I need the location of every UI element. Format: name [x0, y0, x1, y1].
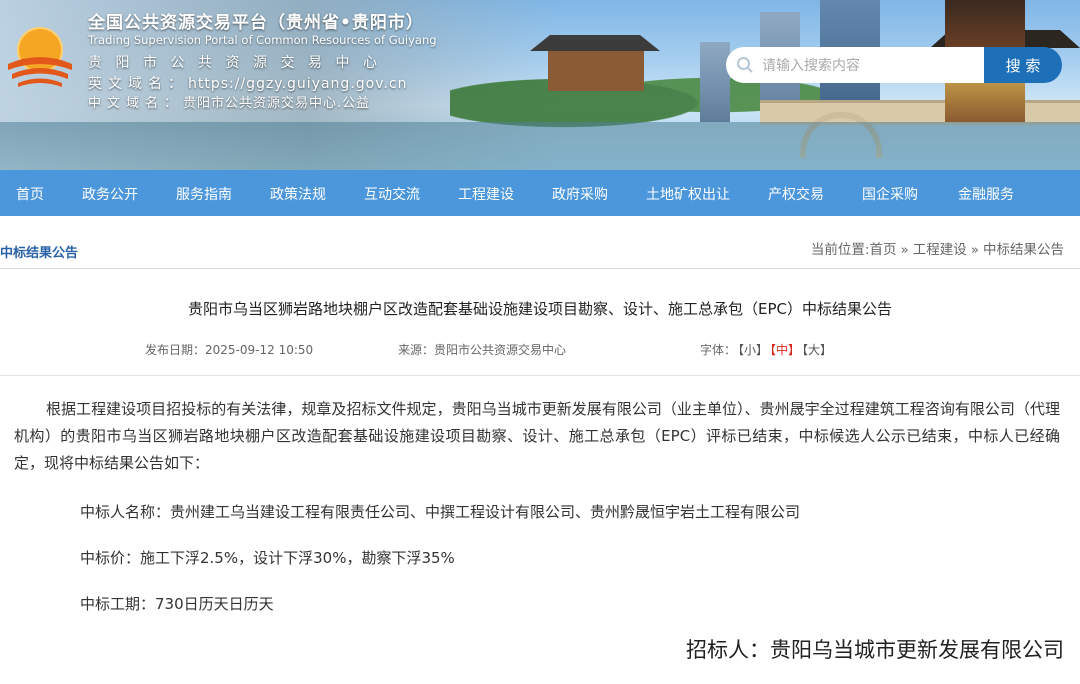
- publish-date: 发布日期：2025-09-12 10:50: [145, 341, 313, 358]
- site-header: 全国公共资源交易平台（贵州省•贵阳市） Trading Supervision …: [0, 0, 1080, 170]
- nav-item-land-mining[interactable]: 土地矿权出让: [646, 184, 730, 204]
- winner-names: 中标人名称：贵州建工乌当建设工程有限责任公司、中撰工程设计有限公司、贵州黔晟恒宇…: [80, 503, 801, 521]
- section-title: 中标结果公告: [0, 246, 79, 261]
- nav-item-government-affairs[interactable]: 政务公开: [82, 184, 138, 204]
- nav-item-construction[interactable]: 工程建设: [458, 184, 514, 204]
- article-body-paragraph: 根据工程建设项目招投标的有关法律，规章及招标文件规定，贵阳乌当城市更新发展有限公…: [14, 400, 1060, 472]
- breadcrumb-separator: »: [900, 242, 909, 258]
- header-water-decoration: [0, 122, 1080, 170]
- breadcrumb: 当前位置:首页» 工程建设» 中标结果公告: [811, 238, 1064, 258]
- contract-duration: 中标工期：730日历天日历天: [80, 595, 274, 613]
- breadcrumb-item-construction[interactable]: 工程建设: [913, 242, 967, 258]
- nav-item-financial-services[interactable]: 金融服务: [958, 184, 1014, 204]
- breadcrumb-item-home[interactable]: 首页: [869, 242, 896, 258]
- breadcrumb-separator: »: [970, 242, 979, 258]
- site-title: 全国公共资源交易平台（贵州省•贵阳市）: [88, 13, 424, 33]
- publish-date-label: 发布日期：: [145, 343, 206, 357]
- article-divider: [0, 375, 1080, 376]
- nav-item-property-rights[interactable]: 产权交易: [768, 184, 824, 204]
- font-size-medium-button[interactable]: 【中】: [770, 343, 800, 357]
- search-input[interactable]: [760, 53, 979, 79]
- header-pagoda-roof-decoration: [530, 35, 660, 51]
- nav-item-home[interactable]: 首页: [16, 184, 44, 204]
- nav-item-service-guide[interactable]: 服务指南: [176, 184, 232, 204]
- search-icon: [737, 57, 753, 73]
- font-size-label: 字体：: [700, 343, 737, 357]
- publish-date-value: 2025-09-12 10:50: [205, 343, 314, 357]
- nav-item-soe-procurement[interactable]: 国企采购: [862, 184, 918, 204]
- font-size-large-button[interactable]: 【大】: [802, 343, 832, 357]
- source-label: 来源：: [398, 343, 435, 357]
- site-logo[interactable]: [4, 20, 76, 92]
- search-button[interactable]: 搜 索: [984, 47, 1062, 83]
- article-source: 来源：贵阳市公共资源交易中心: [398, 341, 566, 358]
- tenderer-signature: 招标人：贵阳乌当城市更新发展有限公司: [686, 638, 1064, 662]
- winning-price: 中标价：施工下浮2.5%，设计下浮30%，勘察下浮35%: [80, 549, 455, 567]
- breadcrumb-bar: 中标结果公告 当前位置:首页» 工程建设» 中标结果公告: [0, 216, 1080, 269]
- search-box: 搜 索: [726, 47, 1062, 83]
- breadcrumb-prefix: 当前位置:: [810, 242, 870, 258]
- nav-item-government-procurement[interactable]: 政府采购: [552, 184, 608, 204]
- site-en-domain: 英文域名：https://ggzy.guiyang.gov.cn: [88, 73, 407, 93]
- font-size-switcher: 字体： 【小】 【中】 【大】: [700, 341, 832, 358]
- article-title: 贵阳市乌当区狮岩路地块棚户区改造配套基础设施建设项目勘察、设计、施工总承包（EP…: [187, 300, 892, 318]
- site-subtitle-en: Trading Supervision Portal of Common Res…: [88, 33, 437, 47]
- font-size-small-button[interactable]: 【小】: [738, 343, 768, 357]
- header-pagoda-decoration: [548, 51, 644, 91]
- cn-domain-label: 中文域名：: [88, 96, 184, 111]
- nav-item-interaction[interactable]: 互动交流: [364, 184, 420, 204]
- nav-item-policies[interactable]: 政策法规: [270, 184, 326, 204]
- site-center-name: 贵阳市公共资源交易中心: [88, 55, 391, 71]
- breadcrumb-item-current[interactable]: 中标结果公告: [983, 242, 1064, 258]
- cn-domain-value: 贵阳市公共资源交易中心.公益: [183, 96, 371, 111]
- en-domain-value: https://ggzy.guiyang.gov.cn: [188, 76, 408, 92]
- site-cn-domain: 中文域名：贵阳市公共资源交易中心.公益: [88, 92, 370, 111]
- en-domain-label: 英文域名：: [88, 76, 188, 92]
- main-nav: 首页 政务公开 服务指南 政策法规 互动交流 工程建设 政府采购 土地矿权出让 …: [0, 170, 1080, 216]
- search-input-wrapper: [726, 47, 984, 83]
- source-value: 贵阳市公共资源交易中心: [434, 343, 567, 357]
